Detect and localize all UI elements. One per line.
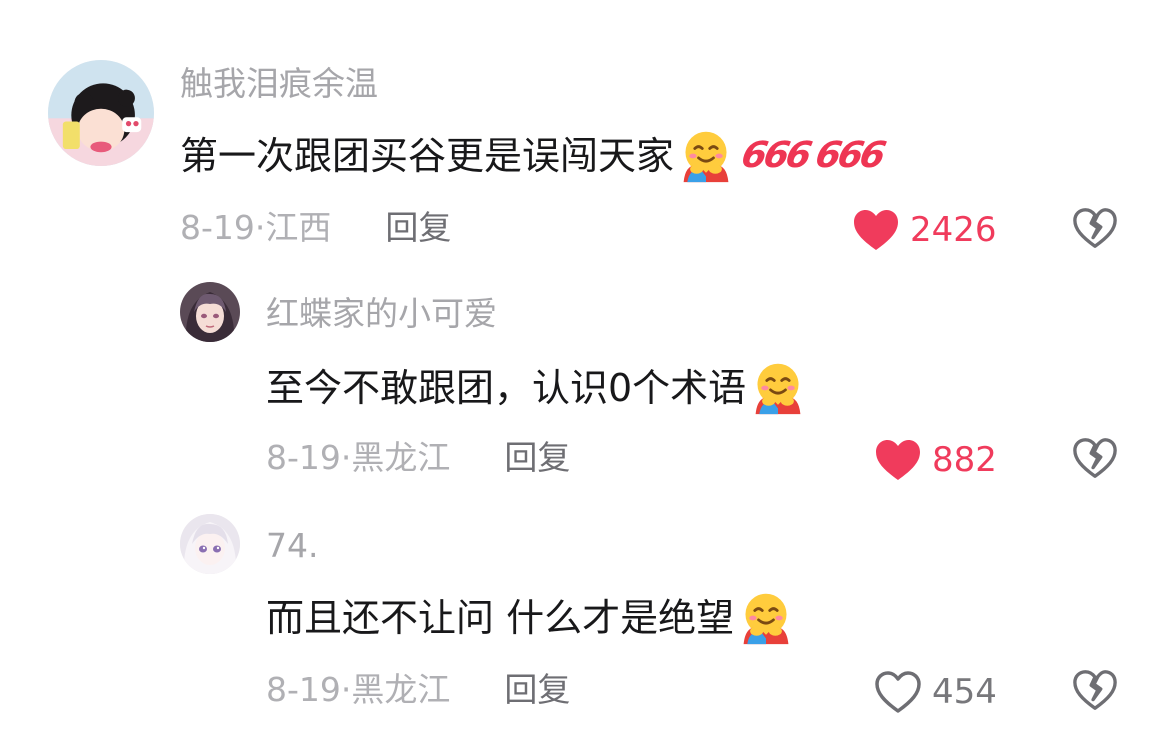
reply-button[interactable]: 回复: [504, 438, 570, 478]
meta-separator: ·: [340, 670, 352, 709]
broken-heart-icon: [1073, 208, 1117, 248]
username[interactable]: 74.: [266, 526, 318, 566]
meta-separator: ·: [340, 438, 352, 477]
comment-meta: 8-19 · 黑龙江 回复: [266, 670, 570, 710]
comment-location: 江西: [265, 208, 332, 247]
badge-666: 666: [737, 135, 813, 176]
hugging-face-icon: [750, 360, 806, 416]
comment-item: 红蝶家的小可爱 至今不敢跟团，认识0个术语 8-19 · 黑龙江 回复 882: [0, 260, 1170, 490]
comment-text: 而且还不让问 什么才是绝望: [266, 590, 794, 646]
comment-date: 8-19: [266, 670, 341, 709]
like-count: 882: [932, 440, 997, 480]
avatar[interactable]: [180, 282, 240, 342]
heart-outline-icon: [874, 670, 922, 714]
comment-item: 触我泪痕余温 第一次跟团买谷更是误闯天家 666 666 8-19 · 江西 回…: [0, 0, 1170, 260]
dislike-button[interactable]: [1072, 206, 1118, 250]
comment-meta: 8-19 · 黑龙江 回复: [266, 438, 570, 478]
comment-text: 第一次跟团买谷更是误闯天家 666 666: [180, 128, 887, 184]
hugging-face-icon: [738, 590, 794, 646]
dislike-button[interactable]: [1072, 668, 1118, 712]
comment-item: 74. 而且还不让问 什么才是绝望 8-19 · 黑龙江 回复 454: [0, 490, 1170, 741]
badge-666: 666: [811, 135, 887, 176]
comment-date: 8-19: [266, 438, 341, 477]
broken-heart-icon: [1073, 670, 1117, 710]
comment-meta: 8-19 · 江西 回复: [180, 208, 451, 248]
comment-date: 8-19: [180, 208, 255, 247]
meta-separator: ·: [254, 208, 266, 247]
comment-text: 至今不敢跟团，认识0个术语: [266, 360, 806, 416]
hugging-face-icon: [678, 128, 734, 184]
username[interactable]: 红蝶家的小可爱: [266, 294, 497, 334]
comment-location: 黑龙江: [351, 670, 451, 709]
comment-location: 黑龙江: [351, 438, 451, 477]
avatar[interactable]: [48, 60, 154, 166]
username[interactable]: 触我泪痕余温: [180, 64, 378, 104]
like-count: 2426: [910, 210, 997, 250]
like-button[interactable]: 882: [874, 438, 997, 482]
heart-filled-icon: [852, 208, 900, 252]
like-button[interactable]: 2426: [852, 208, 997, 252]
comment-text-body: 第一次跟团买谷更是误闯天家: [180, 134, 675, 178]
reply-button[interactable]: 回复: [385, 208, 451, 248]
like-button[interactable]: 454: [874, 670, 997, 714]
dislike-button[interactable]: [1072, 436, 1118, 480]
like-count: 454: [932, 672, 997, 712]
heart-filled-icon: [874, 438, 922, 482]
broken-heart-icon: [1073, 438, 1117, 478]
reply-button[interactable]: 回复: [504, 670, 570, 710]
comment-text-body: 而且还不让问 什么才是绝望: [266, 596, 735, 640]
comment-text-body: 至今不敢跟团，认识0个术语: [266, 366, 747, 410]
avatar[interactable]: [180, 514, 240, 574]
